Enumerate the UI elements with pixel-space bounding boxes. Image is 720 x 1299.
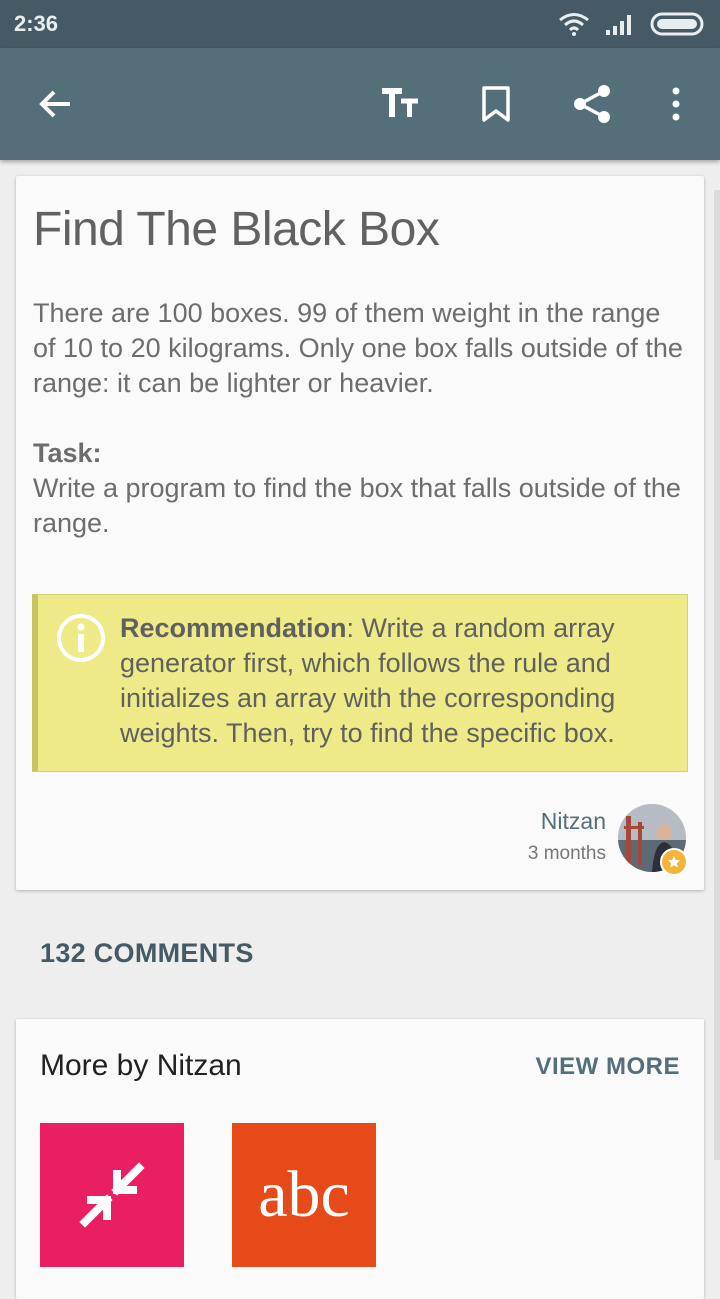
recommendation-text: Recommendation: Write a random array gen… — [120, 611, 680, 751]
battery-icon — [650, 12, 704, 36]
author-name[interactable]: Nitzan — [528, 808, 606, 835]
overflow-menu-button[interactable] — [648, 76, 704, 132]
tile-text: abc — [258, 1158, 350, 1231]
more-vert-icon — [672, 87, 680, 121]
recommendation-box: Recommendation: Write a random array gen… — [32, 594, 688, 772]
bookmark-button[interactable] — [468, 76, 524, 132]
signal-icon — [606, 15, 631, 35]
task-label: Task: — [33, 438, 102, 468]
info-icon — [57, 614, 105, 662]
share-button[interactable] — [564, 76, 620, 132]
task-text: Write a program to find the box that fal… — [33, 473, 681, 538]
more-item-tile[interactable] — [40, 1123, 184, 1267]
status-time: 2:36 — [14, 11, 59, 36]
author-info[interactable]: Nitzan 3 months — [528, 808, 606, 865]
post-card: Find The Black Box There are 100 boxes. … — [16, 176, 704, 890]
comments-link[interactable]: 132 COMMENTS — [40, 938, 254, 969]
view-more-button[interactable]: VIEW MORE — [535, 1053, 680, 1081]
page-title: Find The Black Box — [33, 203, 440, 256]
arrow-left-icon — [39, 90, 70, 118]
scrollbar[interactable] — [714, 190, 720, 1160]
more-item-tile[interactable]: abc — [232, 1123, 376, 1267]
more-by-card: More by Nitzan VIEW MORE abc — [16, 1019, 704, 1299]
status-icons — [558, 11, 706, 37]
more-by-title: More by Nitzan — [40, 1049, 242, 1082]
back-button[interactable] — [28, 76, 84, 132]
bookmark-icon — [482, 86, 510, 122]
star-badge-icon — [660, 848, 688, 876]
text-size-button[interactable] — [372, 76, 428, 132]
text-size-icon — [382, 88, 418, 117]
compress-arrows-icon — [79, 1162, 145, 1228]
status-bar: 2:36 — [0, 0, 720, 48]
recommendation-label: Recommendation — [120, 613, 347, 643]
wifi-icon — [559, 13, 589, 36]
task-section: Task: Write a program to find the box th… — [33, 436, 683, 541]
post-age: 3 months — [527, 843, 606, 864]
share-icon — [574, 85, 610, 123]
post-description: There are 100 boxes. 99 of them weight i… — [33, 298, 683, 398]
app-bar — [0, 48, 720, 160]
